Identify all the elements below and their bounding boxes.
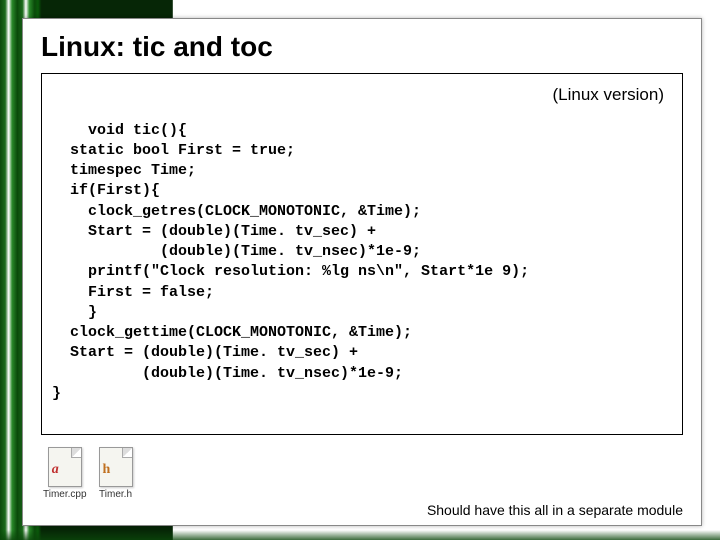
footer-note: Should have this all in a separate modul…: [41, 502, 683, 518]
file-icons-row: a Timer.cpp h Timer.h: [43, 447, 683, 500]
slide-card: Linux: tic and toc (Linux version) void …: [22, 18, 702, 526]
h-file-icon: h: [99, 447, 133, 487]
cpp-file-icon: a: [48, 447, 82, 487]
bottom-accent-bar: [0, 530, 720, 540]
file-label: Timer.h: [99, 489, 132, 500]
file-label: Timer.cpp: [43, 489, 87, 500]
slide-title: Linux: tic and toc: [41, 31, 683, 63]
file-icon-timer-cpp: a Timer.cpp: [43, 447, 87, 500]
code-box: (Linux version) void tic(){ static bool …: [41, 73, 683, 435]
version-label: (Linux version): [553, 84, 665, 107]
code-content: void tic(){ static bool First = true; ti…: [52, 122, 529, 402]
file-icon-timer-h: h Timer.h: [99, 447, 133, 500]
